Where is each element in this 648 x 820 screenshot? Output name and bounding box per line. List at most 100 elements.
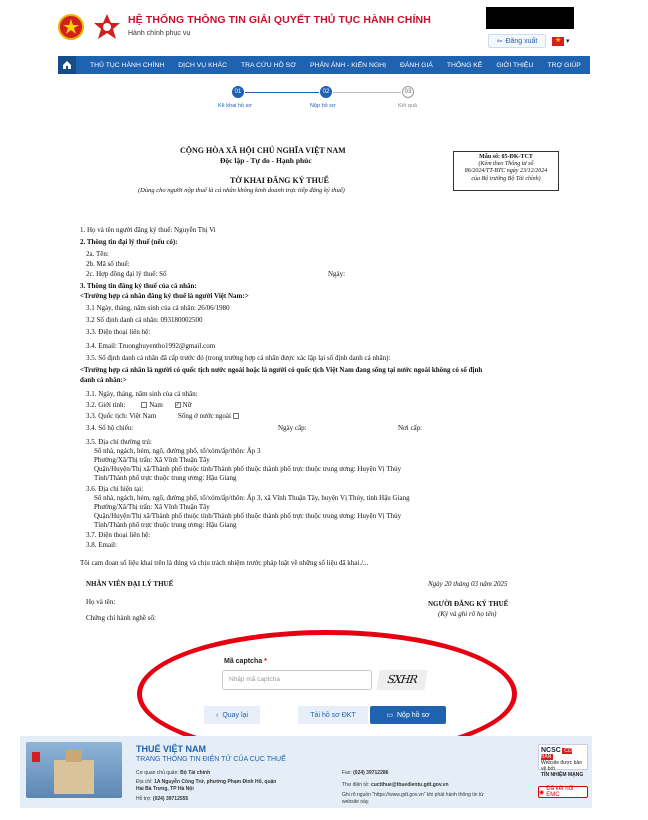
address-label: Địa chỉ: bbox=[136, 779, 153, 785]
nav-item-feedback[interactable]: PHẢN ÁNH - KIẾN NGHỊ bbox=[310, 62, 386, 69]
hotline-value: (024) 39712555 bbox=[152, 796, 189, 802]
checkbox-abroad bbox=[232, 413, 239, 420]
chevron-left-icon: ‹ bbox=[215, 711, 219, 719]
admin-logo-icon bbox=[94, 14, 120, 39]
ncsc-badge[interactable]: NCSC CƠ BẢN Website được bảo vệ bởi TÍN … bbox=[538, 744, 588, 778]
agency-value: Bộ Tài chính bbox=[180, 770, 211, 776]
commitment-text: Tôi cam đoan số liệu khai trên là đúng v… bbox=[80, 559, 369, 567]
site-footer: THUẾ VIỆT NAM TRANG THÔNG TIN ĐIỆN TỬ CỦ… bbox=[20, 736, 592, 808]
language-selector[interactable]: ▾ bbox=[552, 35, 574, 47]
progress-stepper: 01 02 03 Kê khai hồ sơ Nộp hồ sơ Kết quả bbox=[218, 86, 434, 116]
captcha-label: Mã captcha * bbox=[224, 658, 267, 665]
submit-button[interactable]: ▭ Nộp hồ sơ bbox=[370, 706, 446, 724]
field-foreign-phone: 3.7. Điện thoại liên hệ: bbox=[86, 531, 151, 539]
building-image bbox=[26, 742, 122, 798]
national-emblem-icon bbox=[58, 14, 84, 40]
nav-item-other-services[interactable]: DỊCH VỤ KHÁC bbox=[178, 62, 227, 69]
footer-address-cont: Hai Bà Trưng, TP Hà Nội bbox=[136, 786, 194, 792]
system-name: HỆ THỐNG THÔNG TIN GIẢI QUYẾT THỦ TỤC HÀ… bbox=[128, 14, 431, 26]
required-mark: * bbox=[264, 658, 267, 665]
vietnam-flag-icon bbox=[552, 36, 564, 46]
address-line: Phường/Xã/Thị trấn: Xã Vĩnh Thuận Tây bbox=[94, 456, 210, 464]
field-passport: 3.4. Số hộ chiếu: bbox=[86, 424, 134, 432]
step-connector bbox=[245, 92, 319, 93]
back-button[interactable]: ‹ Quay lại bbox=[204, 706, 260, 724]
footer-fax: Fax: (024) 39712286 bbox=[342, 770, 388, 776]
field-previous-id: 3.5. Số định danh cá nhân đã cấp trước đ… bbox=[86, 354, 391, 362]
footer-hotline: Hỗ trợ: (024) 39712555 bbox=[136, 796, 188, 802]
footer-note: Ghi rõ nguồn "https://www.gdt.gov.vn" kh… bbox=[342, 792, 484, 798]
footer-note-cont: website này. bbox=[342, 799, 370, 805]
address-line: Quận/Huyện/Thị xã/Thành phố thuộc tỉnh/T… bbox=[94, 465, 402, 473]
section-vn-citizen: <Trường hợp cá nhân đăng ký thuế là ngườ… bbox=[80, 292, 249, 300]
field-phone: 3.3. Điện thoại liên hệ: bbox=[86, 328, 151, 336]
field-passport-place: Nơi cấp: bbox=[398, 424, 423, 432]
address-line: Tỉnh/Thành phố trực thuộc trung ương: Hậ… bbox=[94, 521, 237, 529]
address-line: Tỉnh/Thành phố trực thuộc trung ương: Hậ… bbox=[94, 474, 237, 482]
field-permanent-address: 3.5. Địa chỉ thường trú: bbox=[86, 438, 152, 446]
agent-cert-field: Chứng chỉ hành nghề số: bbox=[86, 614, 156, 622]
step-2: 02 bbox=[320, 86, 332, 98]
hotline-label: Hỗ trợ: bbox=[136, 796, 152, 802]
logout-button[interactable]: ⇦ Đăng xuất bbox=[488, 34, 546, 48]
step-1: 01 bbox=[232, 86, 244, 98]
footer-agency: Cơ quan chủ quản: Bộ Tài chính bbox=[136, 770, 210, 776]
nav-item-procedures[interactable]: THỦ TỤC HÀNH CHÍNH bbox=[90, 62, 164, 69]
action-buttons: ‹ Quay lại Tải hồ sơ ĐKT ▭ Nộp hồ sơ bbox=[204, 706, 446, 724]
field-gender: 3.2. Giới tính: Nam ✓ Nữ bbox=[86, 401, 191, 409]
captcha-image: SXHR bbox=[376, 670, 428, 690]
address-line: Phường/Xã/Thị trấn: Xã Vĩnh Thuận Tây bbox=[94, 503, 210, 511]
field-agent-tax-id: 2b. Mã số thuế: bbox=[86, 260, 130, 268]
nav-item-help[interactable]: TRỢ GIÚP bbox=[547, 62, 580, 69]
footer-address: Địa chỉ: 1A Nguyễn Công Trứ, phường Phạm… bbox=[136, 779, 276, 785]
signer-note: (Ký và ghi rõ họ tên) bbox=[438, 610, 497, 618]
field-current-address: 3.6. Địa chỉ hiện tại: bbox=[86, 485, 144, 493]
address-value-cont: Hai Bà Trưng, TP Hà Nội bbox=[136, 786, 194, 792]
step-connector bbox=[333, 92, 401, 93]
chevron-down-icon: ▾ bbox=[566, 38, 570, 45]
main-nav: THỦ TỤC HÀNH CHÍNH DỊCH VỤ KHÁC TRA CỨU … bbox=[58, 56, 590, 74]
form-code-note: 86/2024/TT-BTC ngày 23/12/2024 bbox=[464, 168, 548, 175]
back-label: Quay lại bbox=[222, 711, 249, 719]
nav-item-lookup[interactable]: TRA CỨU HỒ SƠ bbox=[241, 62, 296, 69]
address-line: Số nhà, ngách, hẻm, ngõ, đường phố, tổ/x… bbox=[94, 447, 261, 455]
signer-title: NGƯỜI ĐĂNG KÝ THUẾ bbox=[428, 600, 509, 608]
captcha-label-text: Mã captcha bbox=[224, 658, 263, 665]
submit-icon: ▭ bbox=[386, 712, 393, 719]
step-2-label: Nộp hồ sơ bbox=[310, 103, 336, 109]
address-value: 1A Nguyễn Công Trứ, phường Phạm Đình Hổ,… bbox=[154, 779, 277, 785]
step-1-label: Kê khai hồ sơ bbox=[218, 103, 252, 109]
nav-item-statistics[interactable]: THỐNG KÊ bbox=[447, 62, 483, 69]
address-line: Quận/Huyện/Thị xã/Thành phố thuộc tỉnh/T… bbox=[94, 512, 402, 520]
gender-female-label: Nữ bbox=[182, 401, 192, 409]
ncsc-text: Website được bảo vệ bởi bbox=[541, 760, 582, 772]
doc-form-note: (Dùng cho người nộp thuế là cá nhân khôn… bbox=[138, 187, 345, 194]
field-passport-date: Ngày cấp: bbox=[278, 424, 307, 432]
email-label: Thư điện tử: bbox=[342, 782, 370, 788]
user-name-redacted bbox=[486, 7, 574, 29]
fax-label: Fax: bbox=[342, 770, 352, 776]
field-email: 3.4. Email: Truonghuyentho1992@gmail.com bbox=[86, 342, 216, 350]
doc-form-title: TỜ KHAI ĐĂNG KÝ THUẾ bbox=[230, 176, 329, 185]
doc-nation: CỘNG HÒA XÃ HỘI CHỦ NGHĨA VIỆT NAM bbox=[180, 146, 346, 155]
footer-email[interactable]: Thư điện tử: cuctthue@thuedientu.gdt.gov… bbox=[342, 782, 449, 788]
nav-item-about[interactable]: GIỚI THIỆU bbox=[496, 62, 533, 69]
captcha-input[interactable]: Nhập mã captcha bbox=[222, 670, 372, 690]
form-code-note: của Bộ trưởng Bộ Tài chính) bbox=[471, 175, 541, 182]
checkbox-female-checked: ✓ bbox=[174, 402, 181, 409]
home-button[interactable] bbox=[58, 56, 76, 74]
checkbox-male bbox=[141, 402, 148, 409]
field-foreign-email: 3.8. Email: bbox=[86, 541, 117, 549]
field-agent-contract: 2c. Hợp đồng đại lý thuế: Số bbox=[86, 270, 167, 278]
section-foreign: <Trường hợp cá nhân là người có quốc tịc… bbox=[80, 366, 483, 374]
site-header: HỆ THỐNG THÔNG TIN GIẢI QUYẾT THỦ TỤC HÀ… bbox=[0, 0, 648, 56]
step-3: 03 bbox=[402, 86, 414, 98]
ncsc-label: NCSC bbox=[541, 747, 561, 754]
emc-badge[interactable]: ◉ Đã kết nối EMC bbox=[538, 786, 588, 798]
download-button[interactable]: Tải hồ sơ ĐKT bbox=[298, 706, 368, 724]
agency-label: Cơ quan chủ quản: bbox=[136, 770, 179, 776]
doc-motto: Độc lập - Tự do - Hạnh phúc bbox=[220, 156, 312, 165]
field-birthdate: 3.1 Ngày, tháng, năm sinh của cá nhân: 2… bbox=[86, 304, 230, 312]
nav-item-rating[interactable]: ĐÁNH GIÁ bbox=[400, 62, 433, 69]
submit-label: Nộp hồ sơ bbox=[397, 711, 430, 719]
